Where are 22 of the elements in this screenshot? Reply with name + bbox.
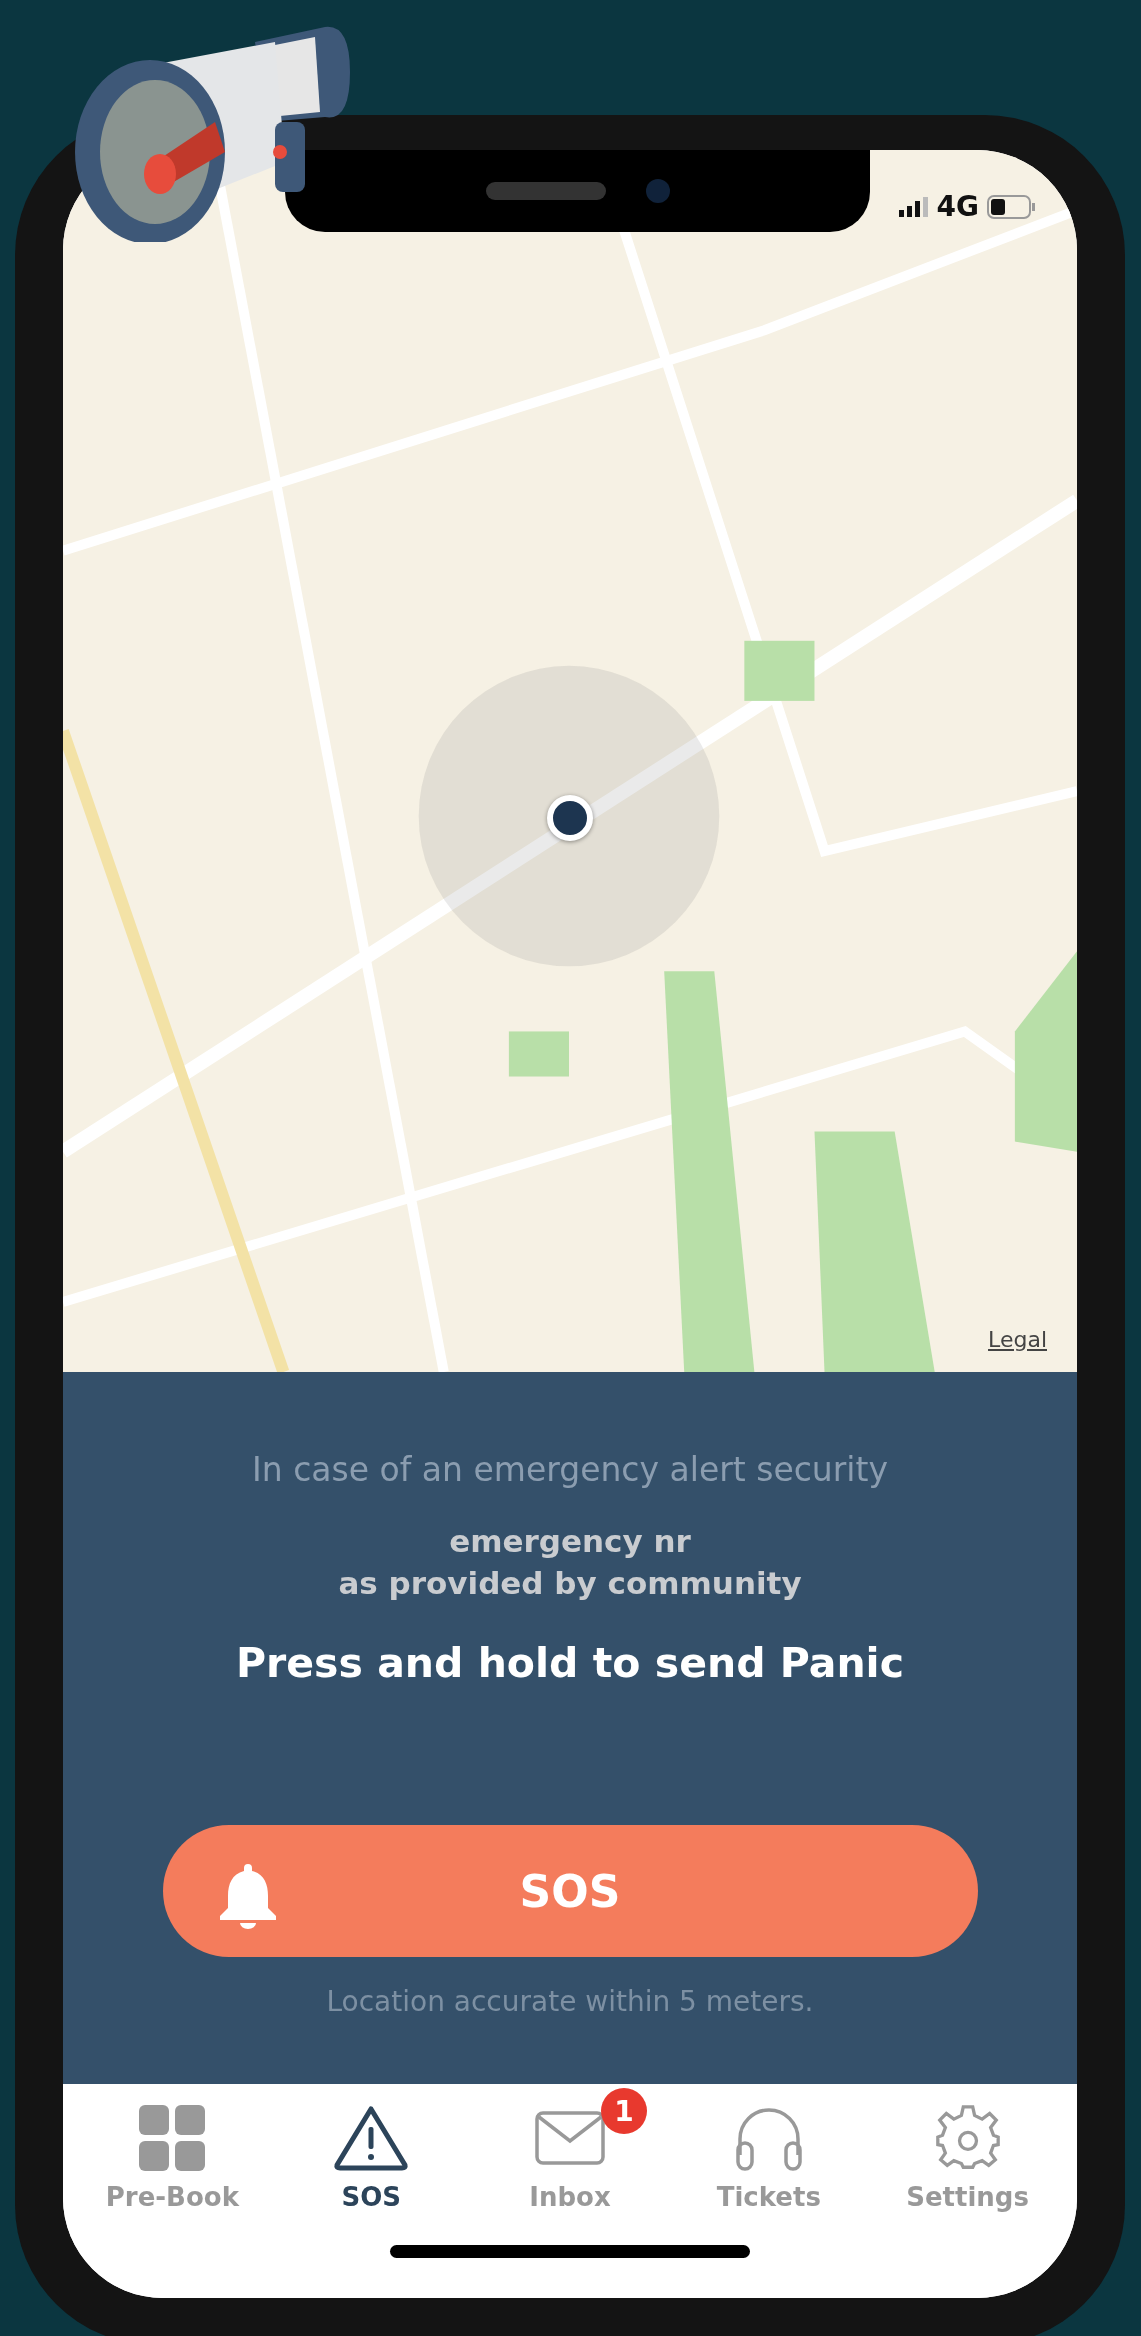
network-label: 4G	[936, 190, 979, 223]
sos-button[interactable]: SOS	[162, 1825, 978, 1957]
emergency-number-label: emergency nr	[449, 1523, 691, 1559]
grid-icon	[137, 2103, 208, 2173]
emergency-number-note: as provided by community	[338, 1565, 802, 1601]
signal-icon	[898, 196, 929, 217]
legal-link[interactable]: Legal	[988, 1327, 1047, 1352]
tab[interactable]: Settings	[877, 2086, 1058, 2216]
tab[interactable]: 1 Inbox	[480, 2086, 660, 2216]
warning-icon	[333, 2105, 410, 2171]
bell-icon	[217, 1862, 278, 1930]
location-accuracy: Location accurate within 5 meters.	[326, 1985, 814, 2018]
settings-icon	[934, 2105, 1001, 2171]
tab[interactable]: Pre-Book	[82, 2086, 263, 2216]
battery-icon	[987, 194, 1037, 219]
headphones-icon	[733, 2105, 804, 2171]
emergency-notice: In case of an emergency alert security	[252, 1450, 888, 1489]
panic-instruction: Press and hold to send Panic	[236, 1639, 904, 1687]
unread-count: 1	[601, 2088, 647, 2134]
mail-icon	[535, 2111, 605, 2165]
tab[interactable]: SOS	[281, 2086, 462, 2216]
tab[interactable]: Tickets	[678, 2086, 859, 2216]
